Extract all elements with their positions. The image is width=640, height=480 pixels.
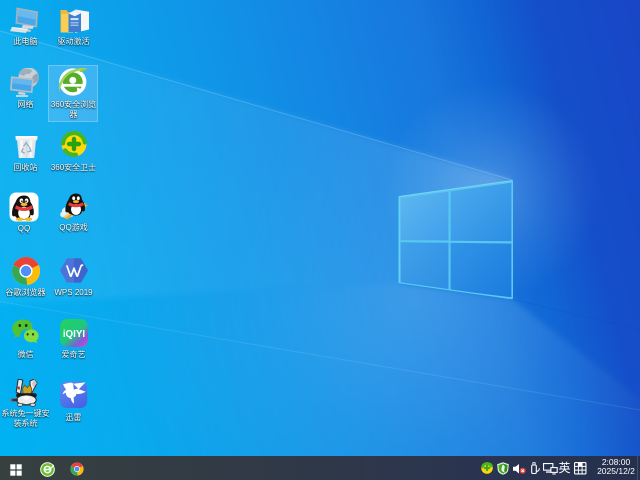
svg-text:iQIYI: iQIYI	[62, 329, 85, 340]
